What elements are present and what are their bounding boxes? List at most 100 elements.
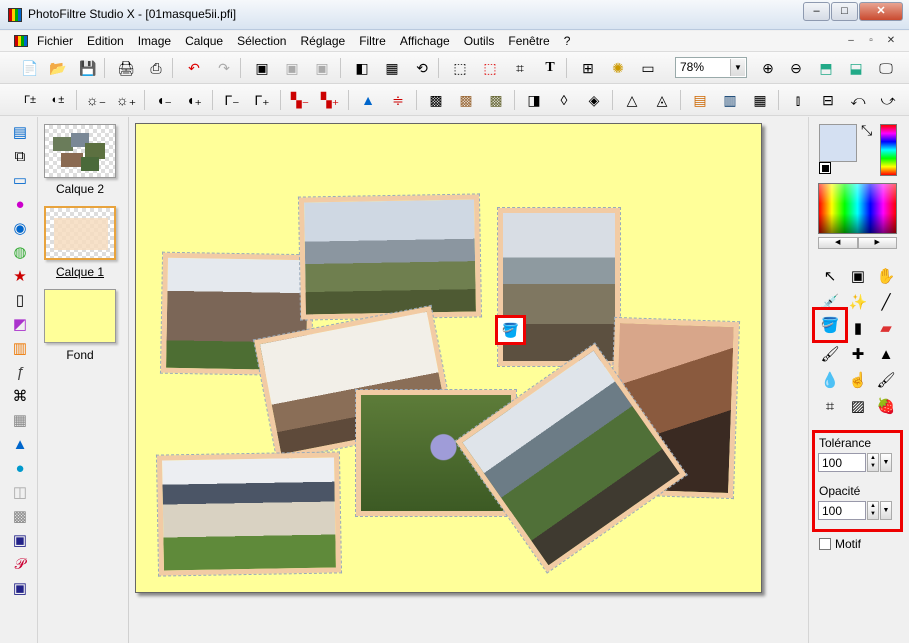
line-icon[interactable]: ╱ bbox=[874, 290, 898, 314]
menu-calque[interactable]: Calque bbox=[178, 34, 230, 48]
menu-image[interactable]: Image bbox=[131, 34, 178, 48]
deform-icon[interactable]: ⌗ bbox=[818, 394, 842, 418]
fit-window-icon[interactable]: ⬒ bbox=[814, 56, 838, 80]
filter-chain-icon[interactable]: ⌘ bbox=[9, 385, 31, 407]
rotate-left-icon[interactable]: ⤺ bbox=[846, 88, 870, 112]
palette-prev-button[interactable]: ◀ bbox=[818, 237, 858, 249]
minimize-button[interactable]: – bbox=[803, 2, 830, 21]
opacity-input[interactable]: 100 bbox=[818, 501, 866, 520]
doc-close-button[interactable]: ✕ bbox=[883, 34, 899, 48]
motif-option[interactable]: Motif bbox=[819, 537, 861, 551]
image-canvas[interactable]: 🪣 bbox=[135, 123, 762, 593]
tree-icon[interactable]: ⊞ bbox=[576, 56, 600, 80]
effect-brush-icon[interactable]: 🖌 bbox=[874, 368, 898, 392]
save-icon[interactable]: 💾 bbox=[76, 56, 100, 80]
image-size-icon[interactable]: ⬚ bbox=[448, 56, 472, 80]
auto-contrast-icon[interactable]: ◐± bbox=[46, 88, 70, 112]
effects-icon[interactable]: ✺ bbox=[606, 56, 630, 80]
palette-icon[interactable]: ▥ bbox=[9, 337, 31, 359]
histogram-icon-2[interactable]: ▲ bbox=[9, 433, 31, 455]
strawberry-icon[interactable]: 🍓 bbox=[874, 394, 898, 418]
menu-fichier[interactable]: Fichier bbox=[30, 34, 80, 48]
gradient-fill-icon[interactable]: ◩ bbox=[9, 313, 31, 335]
contrast-up-icon[interactable]: ◖₊ bbox=[182, 88, 206, 112]
brightness-up-icon[interactable]: ☼₊ bbox=[114, 88, 138, 112]
actual-size-icon[interactable]: ⬓ bbox=[844, 56, 868, 80]
crop-icon[interactable]: ⌗ bbox=[508, 56, 532, 80]
hue-bar[interactable] bbox=[880, 124, 897, 176]
close-button[interactable]: ✕ bbox=[859, 2, 903, 21]
sphere-icon[interactable]: ● bbox=[9, 457, 31, 479]
layer-label-calque-2[interactable]: Calque 2 bbox=[40, 182, 120, 196]
layer-thumb-fond[interactable] bbox=[44, 289, 116, 343]
contrast-down-icon[interactable]: ◖₋ bbox=[152, 88, 176, 112]
curves-icon[interactable]: ≑ bbox=[386, 88, 410, 112]
layer-icon[interactable]: ◧ bbox=[350, 56, 374, 80]
brush-plus-icon[interactable]: ✚ bbox=[846, 342, 870, 366]
layer-label-fond[interactable]: Fond bbox=[40, 348, 120, 362]
menu-edition[interactable]: Edition bbox=[80, 34, 131, 48]
flip-vertical-icon[interactable]: ⊟ bbox=[816, 88, 840, 112]
color-grid-icon[interactable]: ▦ bbox=[380, 56, 404, 80]
camera-icon[interactable]: ◉ bbox=[9, 217, 31, 239]
document-copy-icon[interactable]: ⧉ bbox=[9, 145, 31, 167]
globe-icon[interactable]: ◍ bbox=[9, 241, 31, 263]
histogram-icon[interactable]: ▲ bbox=[356, 88, 380, 112]
window-icon[interactable]: ▭ bbox=[636, 56, 660, 80]
menu-filtre[interactable]: Filtre bbox=[352, 34, 393, 48]
palette-next-button[interactable]: ▶ bbox=[857, 237, 897, 249]
gradient-icon[interactable]: ▤ bbox=[688, 88, 712, 112]
soften-icon[interactable]: △ bbox=[620, 88, 644, 112]
save-2000-icon[interactable]: ▣ bbox=[9, 529, 31, 551]
saturation-up-icon[interactable]: ▚₊ bbox=[318, 88, 342, 112]
doc-restore-button[interactable]: ▫ bbox=[863, 34, 879, 48]
sharpen-icon[interactable]: ◈ bbox=[582, 88, 606, 112]
script-icon[interactable]: 𝒫 bbox=[9, 553, 31, 575]
calculator-icon[interactable]: ▤ bbox=[9, 121, 31, 143]
zoom-in-icon[interactable]: ⊕ bbox=[756, 56, 780, 80]
tolerance-dropdown[interactable]: ▼ bbox=[880, 453, 892, 472]
menu-affichage[interactable]: Affichage bbox=[393, 34, 457, 48]
maximize-button[interactable]: □ bbox=[831, 2, 858, 21]
redo-icon[interactable]: ↷ bbox=[212, 56, 236, 80]
fullscreen-icon[interactable]: 🖵 bbox=[874, 56, 898, 80]
open-folder-icon[interactable]: 📂 bbox=[46, 56, 70, 80]
menu-reglage[interactable]: Réglage bbox=[293, 34, 352, 48]
zoom-out-icon[interactable]: ⊖ bbox=[784, 56, 808, 80]
star-icon[interactable]: ★ bbox=[9, 265, 31, 287]
paint-bucket-icon[interactable]: 🪣 bbox=[818, 313, 842, 337]
doc-minimize-button[interactable]: – bbox=[843, 34, 859, 48]
scanner-icon[interactable]: ⎙ bbox=[144, 56, 168, 80]
document-icon[interactable] bbox=[14, 35, 28, 47]
swap-colors-icon[interactable]: ⤡ bbox=[861, 122, 872, 139]
book-icon[interactable]: ◫ bbox=[9, 481, 31, 503]
color-spectrum[interactable] bbox=[818, 183, 897, 234]
default-colors-icon[interactable] bbox=[819, 162, 831, 174]
opacity-spinner[interactable]: ▲ ▼ bbox=[867, 501, 879, 520]
auto-levels-icon[interactable]: Γ± bbox=[18, 88, 42, 112]
gamma-down-icon[interactable]: Γ₋ bbox=[220, 88, 244, 112]
grayscale-icon[interactable]: ▩ bbox=[424, 88, 448, 112]
new-file-icon[interactable]: 📄 bbox=[18, 56, 42, 80]
text-icon[interactable]: T bbox=[538, 56, 562, 80]
eraser-icon[interactable]: ▰ bbox=[874, 316, 898, 340]
rotate-right-icon[interactable]: ⤻ bbox=[876, 88, 900, 112]
layer-thumb-calque-1[interactable] bbox=[44, 206, 116, 260]
paste-image-icon[interactable]: ▣ bbox=[250, 56, 274, 80]
hand-icon[interactable]: ✋ bbox=[874, 264, 898, 288]
layer-label-calque-1[interactable]: Calque 1 bbox=[40, 265, 120, 279]
selection-icon[interactable]: ▣ bbox=[846, 264, 870, 288]
tolerance-spinner[interactable]: ▲ ▼ bbox=[867, 453, 879, 472]
saturation-down-icon[interactable]: ▚₋ bbox=[288, 88, 312, 112]
save-html-icon[interactable]: ▣ bbox=[9, 577, 31, 599]
page-icon[interactable]: ▯ bbox=[9, 289, 31, 311]
canvas-size-icon[interactable]: ⬚ bbox=[478, 56, 502, 80]
mosaic-icon[interactable]: ▦ bbox=[748, 88, 772, 112]
brush-icon[interactable]: 🖌 bbox=[818, 342, 842, 366]
zoom-select[interactable]: 78% ▼ bbox=[675, 57, 747, 78]
paste-layer-icon[interactable]: ▣ bbox=[310, 56, 334, 80]
invert-icon[interactable]: ◨ bbox=[522, 88, 546, 112]
gradient-dark-icon[interactable]: ▥ bbox=[718, 88, 742, 112]
magic-wand-icon[interactable]: ✨ bbox=[846, 290, 870, 314]
spray-icon[interactable]: ▮ bbox=[846, 316, 870, 340]
